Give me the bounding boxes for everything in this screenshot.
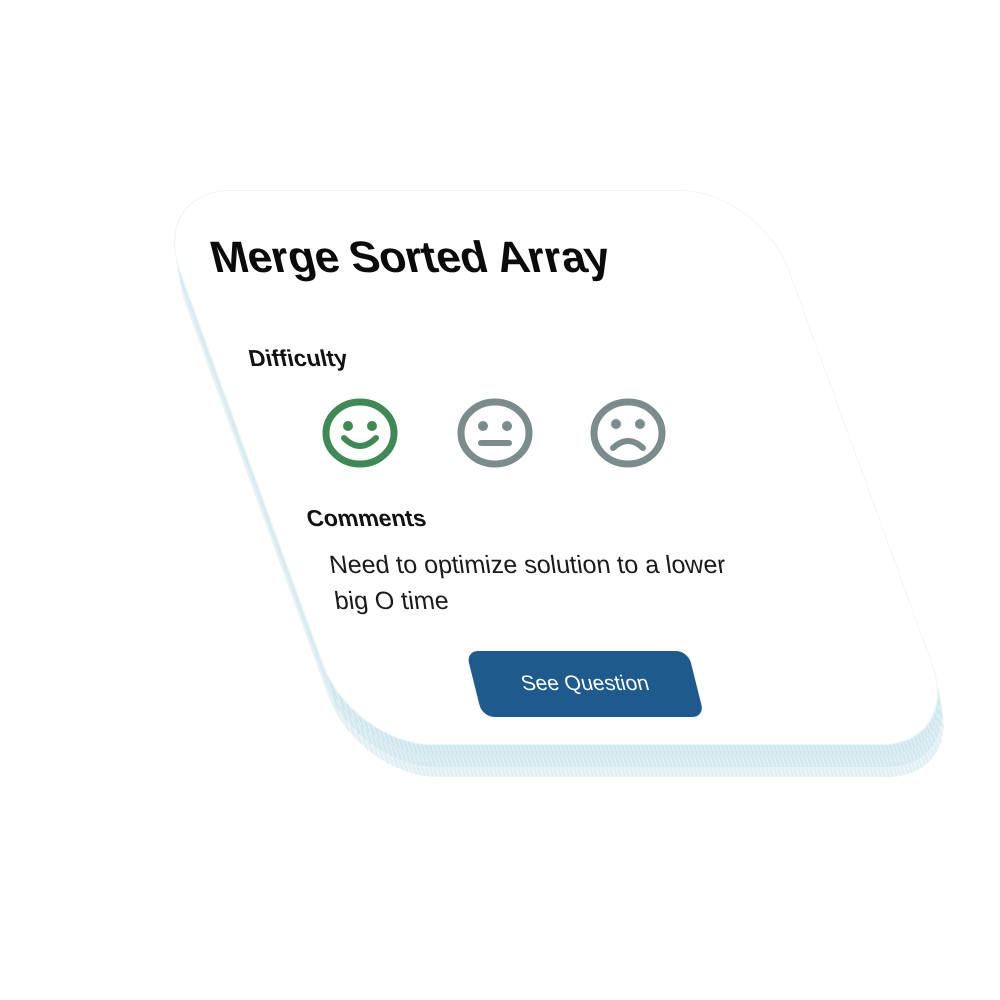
difficulty-medium-button[interactable] — [453, 396, 537, 470]
smile-face-icon — [322, 398, 398, 468]
card-title: Merge Sorted Array — [205, 233, 615, 282]
question-card: Merge Sorted Array Difficulty Comments N… — [150, 190, 968, 777]
stage: Merge Sorted Array Difficulty Comments N… — [0, 0, 1000, 1000]
difficulty-hard-button[interactable] — [586, 396, 670, 470]
difficulty-easy-button[interactable] — [318, 396, 402, 470]
frown-face-icon — [590, 398, 666, 468]
difficulty-label: Difficulty — [246, 345, 350, 371]
neutral-face-icon — [457, 398, 533, 468]
card-content: Merge Sorted Array Difficulty Comments N… — [150, 190, 760, 745]
see-question-button[interactable]: See Question — [466, 651, 705, 717]
comment-text: Need to optimize solution to a lower big… — [327, 551, 728, 615]
comments-label: Comments — [304, 505, 429, 531]
